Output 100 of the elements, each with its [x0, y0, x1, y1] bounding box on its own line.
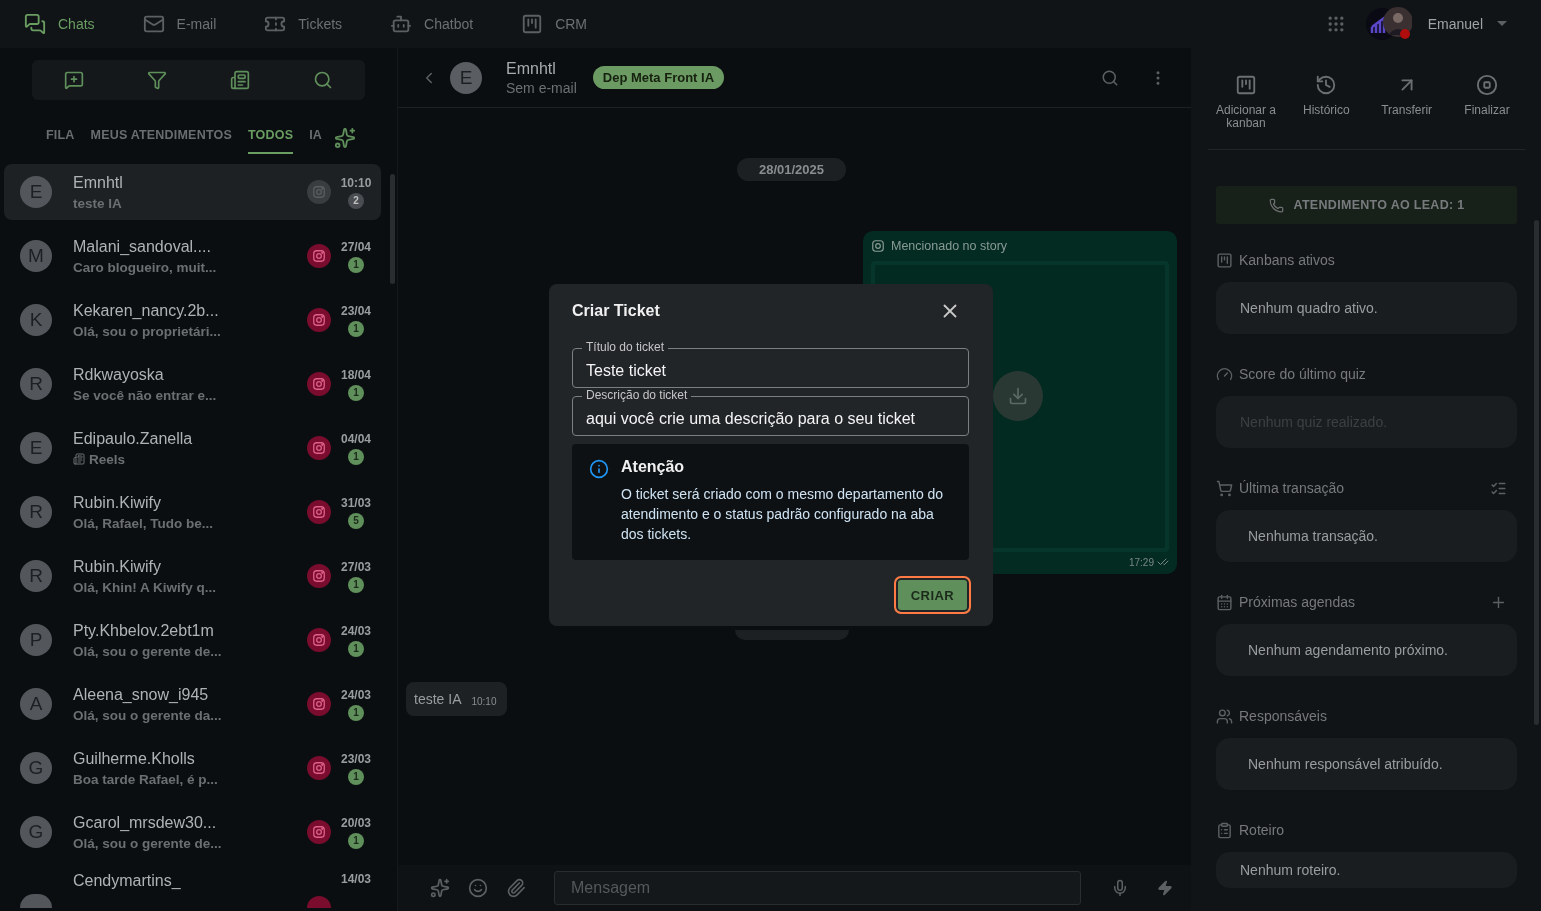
- lightning-icon[interactable]: [1157, 880, 1173, 896]
- chat-bubbles-icon: [24, 13, 46, 35]
- info-icon: [589, 459, 609, 479]
- filter-tab[interactable]: IA: [309, 122, 323, 154]
- instagram-icon: [312, 825, 326, 839]
- avatar: E: [20, 176, 52, 208]
- chat-item[interactable]: R Rubin.Kiwify Olá, Khin! A Kiwify q... 27/03 1: [4, 548, 381, 604]
- contact-name: Pty.Khbelov.2ebt1m: [73, 621, 215, 640]
- chat-time: 23/04: [341, 303, 371, 318]
- emoji-icon[interactable]: [468, 878, 488, 898]
- user-avatar[interactable]: [1365, 7, 1412, 41]
- action-button[interactable]: Histórico: [1288, 74, 1365, 130]
- unread-count: 1: [348, 832, 364, 849]
- kanban-icon: [1216, 251, 1233, 269]
- chat-item[interactable]: K Kekaren_nancy.2b... Olá, sou o proprietári... 23/04 1: [4, 292, 381, 348]
- new-chat-icon[interactable]: [63, 70, 84, 90]
- avatar: R: [20, 496, 52, 528]
- instagram-icon: [312, 633, 326, 647]
- contact-name: Cendymartins_: [73, 872, 182, 890]
- calendar-icon: [1216, 593, 1233, 611]
- alert-title: Atenção: [621, 458, 686, 476]
- lead-button[interactable]: ATENDIMENTO AO LEAD: 1: [1216, 186, 1517, 225]
- instagram-icon: [312, 377, 326, 391]
- chat-time: 24/03: [341, 687, 371, 702]
- contact-name: Emnhtl: [506, 59, 557, 78]
- mail-icon: [142, 13, 165, 35]
- nav-tab[interactable]: E-mail: [142, 9, 217, 39]
- message-preview: Boa tarde Rafael, é p...: [73, 771, 219, 787]
- chat-time: 10:10: [340, 175, 372, 190]
- action-button[interactable]: Adicionar a kanban: [1208, 74, 1284, 130]
- nav-tab[interactable]: Chatbot: [390, 9, 474, 39]
- empty-state: Nenhum responsável atribuído.: [1216, 738, 1517, 791]
- caret-icon[interactable]: [1497, 21, 1507, 27]
- avatar: K: [20, 304, 52, 336]
- instagram-icon: [312, 697, 326, 711]
- chat-time: 04/04: [341, 431, 371, 446]
- message-input[interactable]: Mensagem: [554, 871, 1081, 905]
- chat-item[interactable]: E Edipaulo.Zanella Reels 04/04 1: [4, 420, 381, 476]
- gauge-icon: [1216, 365, 1233, 383]
- instagram-icon: [312, 569, 326, 583]
- chat-item[interactable]: P Pty.Khbelov.2ebt1m Olá, sou o gerente de... 24/03 1: [4, 612, 381, 668]
- action-button[interactable]: Finalizar: [1449, 74, 1525, 130]
- contact-name: Rdkwayoska: [73, 365, 165, 384]
- section-title: Kanbans ativos: [1239, 252, 1336, 269]
- avatar: A: [20, 688, 52, 720]
- chat-item[interactable]: E Emnhtl teste IA 10:10 2: [4, 164, 381, 220]
- chat-item[interactable]: G Guilherme.Kholls Boa tarde Rafael, é p... 23/03 1: [4, 740, 381, 796]
- chat-item[interactable]: G Gcarol_mrsdew30... Olá, sou o gerente de... 20/03 1: [4, 804, 381, 860]
- message-preview: Se você não entrar e...: [73, 387, 218, 403]
- unread-count: 1: [348, 384, 364, 401]
- unread-count: 1: [348, 320, 364, 337]
- section-title: Roteiro: [1239, 822, 1286, 839]
- contact-name: Rubin.Kiwify: [73, 493, 163, 512]
- chat-item[interactable]: R Rdkwayoska Se você não entrar e... 18/04 1: [4, 356, 381, 412]
- story-caption: Mencionado no story: [891, 239, 1008, 253]
- attach-icon[interactable]: [506, 878, 526, 898]
- newspaper-icon[interactable]: [230, 70, 251, 90]
- stop-icon: [1476, 74, 1498, 96]
- action-button[interactable]: Transferir: [1368, 74, 1445, 130]
- kanban-icon: [521, 13, 544, 35]
- nav-tab[interactable]: CRM: [521, 9, 587, 39]
- mic-icon[interactable]: [1111, 879, 1129, 897]
- scrollbar[interactable]: [390, 174, 395, 284]
- filter-tab[interactable]: TODOS: [247, 122, 294, 154]
- filter-tab[interactable]: FILA: [46, 122, 75, 154]
- read-check-icon: [1157, 556, 1169, 568]
- scrollbar[interactable]: [1534, 220, 1539, 725]
- chat-item[interactable]: R Rubin.Kiwify Olá, Rafael, Tudo be... 31/03 5: [4, 484, 381, 540]
- message-preview: Olá, sou o proprietári...: [73, 323, 222, 339]
- filter-tab[interactable]: MEUS ATENDIMENTOS: [90, 122, 232, 154]
- contact-name: Edipaulo.Zanella: [73, 429, 194, 448]
- kanban-icon: [1235, 74, 1257, 96]
- avatar: G: [20, 816, 52, 848]
- download-button[interactable]: [993, 371, 1043, 421]
- search-icon[interactable]: [1101, 68, 1119, 87]
- contact-name: Gcarol_mrsdew30...: [73, 813, 218, 832]
- filter-icon[interactable]: [146, 70, 167, 90]
- sparkles-icon[interactable]: [334, 127, 357, 149]
- date-chip: 28/01/2025: [736, 158, 847, 181]
- sparkles-icon[interactable]: [430, 878, 450, 898]
- avatar: P: [20, 624, 52, 656]
- chat-time: 23/03: [341, 751, 371, 766]
- message-preview: teste IA: [73, 195, 123, 211]
- message-preview: Olá, Khin! A Kiwify q...: [73, 579, 217, 595]
- cart-icon: [1216, 479, 1233, 497]
- create-button[interactable]: CRIAR: [893, 576, 971, 614]
- avatar: E: [20, 432, 52, 464]
- empty-state: Nenhum agendamento próximo.: [1216, 624, 1517, 677]
- user-name[interactable]: Emanuel: [1427, 16, 1483, 32]
- chat-item[interactable]: Cendymartins_ 14/03: [4, 868, 381, 908]
- instagram-icon: [312, 761, 326, 775]
- search-icon[interactable]: [313, 70, 334, 90]
- chat-item[interactable]: M Malani_sandoval.... Caro blogueiro, muit... 27/04 1: [4, 228, 381, 284]
- nav-tab[interactable]: Tickets: [264, 9, 343, 39]
- download-icon: [1008, 386, 1028, 406]
- section-title: Responsáveis: [1239, 708, 1328, 725]
- chat-time: 27/04: [341, 239, 371, 254]
- field-label: Título do ticket: [582, 340, 669, 354]
- chat-item[interactable]: A Aleena_snow_i945 Olá, sou o gerente da... 24/03 1: [4, 676, 381, 732]
- nav-tab[interactable]: Chats: [24, 9, 95, 39]
